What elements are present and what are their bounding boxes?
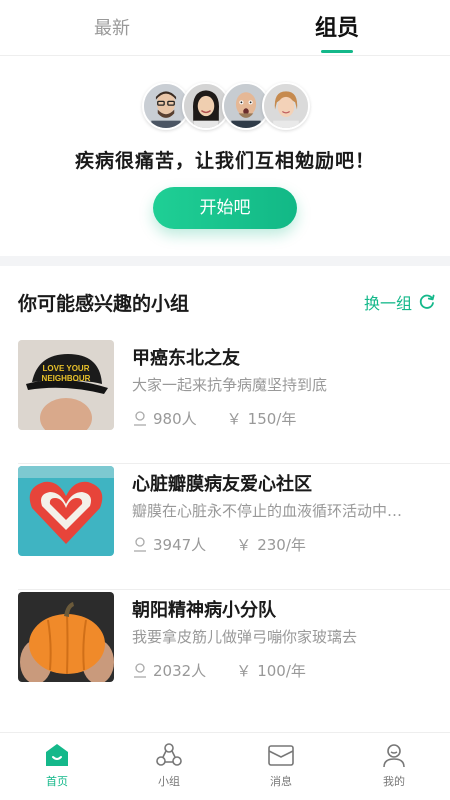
tabbar-me[interactable]: 我的: [354, 741, 434, 795]
group-thumbnail: [18, 592, 114, 682]
section-title: 你可能感兴趣的小组: [18, 293, 190, 315]
avatar: [262, 82, 310, 130]
tab-members[interactable]: 组员: [277, 0, 397, 56]
top-tab-bar: 最新 组员: [0, 0, 450, 56]
tab-latest[interactable]: 最新: [52, 0, 172, 56]
refresh-icon: [418, 293, 436, 311]
section-divider: [0, 256, 450, 266]
home-icon: [43, 741, 71, 769]
person-icon: [132, 662, 148, 678]
switch-group-button[interactable]: 换一组: [364, 290, 436, 314]
group-thumbnail: [18, 466, 114, 556]
group-name: 朝阳精神病小分队: [132, 600, 276, 621]
group-name: 心脏瓣膜病友爱心社区: [132, 474, 312, 495]
group-card[interactable]: 心脏瓣膜病友爱心社区 瓣膜在心脏永不停止的血液循环活动中… 3947人 ￥ 23…: [0, 464, 450, 590]
person-icon: [132, 410, 148, 426]
group-meta: 2032人 ￥ 100/年: [132, 658, 306, 682]
start-button[interactable]: 开始吧: [153, 187, 297, 229]
avatar-group: [142, 82, 310, 130]
tabbar-message-label: 消息: [270, 775, 292, 788]
tabbar-home[interactable]: 首页: [17, 741, 97, 795]
tabbar-message[interactable]: 消息: [241, 741, 321, 795]
yen-icon: ￥: [236, 661, 252, 680]
group-description: 大家一起来抗争病魔坚持到底: [132, 376, 328, 394]
group-fee: 150/年: [247, 409, 297, 428]
member-count: 2032人: [153, 661, 207, 680]
group-description: 我要拿皮筋儿做弹弓嘣你家玻璃去: [132, 628, 358, 646]
group-card[interactable]: 朝阳精神病小分队 我要拿皮筋儿做弹弓嘣你家玻璃去 2032人 ￥ 100/年: [0, 590, 450, 716]
bottom-tab-bar: 首页 小组 消息 我的: [0, 732, 450, 800]
group-meta: 980人 ￥ 150/年: [132, 406, 296, 430]
member-count: 3947人: [153, 535, 207, 554]
yen-icon: ￥: [236, 535, 252, 554]
svg-text:LOVE YOUR: LOVE YOUR: [43, 364, 90, 373]
hero-slogan: 疾病很痛苦，让我们互相勉励吧！: [74, 150, 375, 172]
tabbar-home-label: 首页: [46, 775, 68, 788]
switch-group-label: 换一组: [363, 294, 412, 313]
active-tab-indicator: [321, 50, 353, 53]
message-icon: [267, 741, 295, 769]
tabbar-group-label: 小组: [158, 775, 180, 788]
svg-text:NEIGHBOUR: NEIGHBOUR: [42, 374, 91, 383]
group-name: 甲癌东北之友: [132, 348, 240, 369]
group-description: 瓣膜在心脏永不停止的血液循环活动中…: [132, 502, 403, 520]
person-icon: [132, 536, 148, 552]
user-icon: [380, 741, 408, 769]
tabbar-me-label: 我的: [383, 775, 405, 788]
group-thumbnail: LOVE YOUR NEIGHBOUR: [18, 340, 114, 430]
group-icon: [155, 741, 183, 769]
group-card[interactable]: LOVE YOUR NEIGHBOUR 甲癌东北之友 大家一起来抗争病魔坚持到底 …: [0, 338, 450, 464]
group-fee: 230/年: [257, 535, 306, 554]
member-count: 980人: [153, 409, 197, 428]
group-meta: 3947人 ￥ 230/年: [132, 532, 306, 556]
tabbar-group[interactable]: 小组: [129, 741, 209, 795]
yen-icon: ￥: [226, 409, 242, 428]
group-fee: 100/年: [257, 661, 306, 680]
hero-section: 疾病很痛苦，让我们互相勉励吧！ 开始吧: [0, 56, 450, 256]
